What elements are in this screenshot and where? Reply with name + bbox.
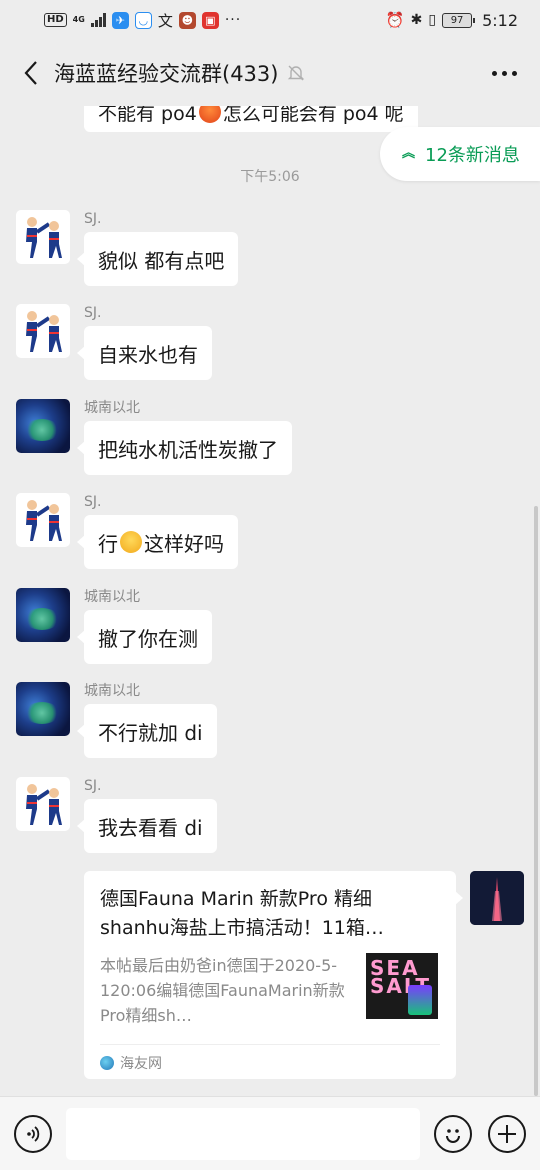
sender-name: SJ.: [84, 305, 102, 321]
message-text: 不行就加 di: [98, 720, 203, 745]
double-chevron-up-icon: ︽: [402, 146, 416, 161]
message-text: 撤了你在测: [98, 626, 198, 651]
bird-app-icon: ✈: [111, 11, 129, 29]
message-bubble[interactable]: 行 这样好吗: [77, 515, 238, 569]
message-bubble[interactable]: 把纯水机活性炭撤了: [77, 421, 292, 475]
message-bubble[interactable]: 自来水也有: [77, 326, 212, 380]
avatar[interactable]: [16, 210, 70, 264]
taekwondo-kids-icon: [26, 217, 62, 258]
new-messages-label: 12条新消息: [425, 145, 520, 166]
message-timestamp: 下午5:06: [240, 169, 300, 185]
status-bar: HD 4G ✈ ◡ 文 ☻ ▣ ··· ⏰ ✱ ▯ 97 5:12: [0, 0, 540, 40]
sender-name: SJ.: [84, 211, 102, 227]
voice-button[interactable]: [14, 1114, 52, 1153]
chat-title: 海蓝蓝经验交流群(433): [54, 62, 279, 86]
message-list[interactable]: 不能有 po4 怎么可能会有 po4 呢 ︽ 12条新消息 下午5:06 SJ.…: [0, 106, 540, 1096]
scrollbar[interactable]: [534, 506, 538, 1096]
source-logo-icon: [100, 1055, 114, 1070]
status-left: HD 4G ✈ ◡ 文 ☻ ▣ ···: [44, 10, 241, 31]
muted-bell-icon: [288, 65, 305, 81]
message-text: 不能有 po4: [98, 106, 197, 125]
red-app-icon: ▣: [201, 11, 219, 29]
self-avatar[interactable]: [470, 871, 524, 925]
link-description: 本帖最后由奶爸in德国于2020-5-120:06编辑德国FaunaMarin新…: [100, 956, 345, 1025]
laughing-emoji-icon: [120, 531, 142, 553]
message-row: SJ. 我去看看 di: [16, 777, 217, 853]
chat-app-icon: ◡: [134, 11, 152, 29]
text-app-icon: 文: [157, 11, 173, 30]
taekwondo-kids-icon: [26, 784, 62, 825]
message-bubble[interactable]: 撤了你在测: [77, 610, 212, 664]
taekwondo-kids-icon: [26, 500, 62, 541]
message-text: 我去看看 di: [98, 815, 203, 840]
alarm-icon: ⏰: [385, 11, 405, 29]
link-card[interactable]: 德国Fauna Marin 新款Pro 精细shanhu海盐上市搞活动！11箱……: [84, 871, 463, 1080]
message-row: SJ. 貌似 都有点吧: [16, 210, 239, 286]
link-source: 海友网: [100, 1044, 440, 1080]
message-row: 城南以北 不行就加 di: [16, 682, 217, 758]
more-notifications-icon: ···: [224, 12, 242, 28]
taekwondo-kids-icon: [26, 311, 62, 352]
message-text: 自来水也有: [98, 342, 198, 367]
sender-name: 城南以北: [84, 400, 140, 416]
link-thumbnail: SEA SALT: [366, 953, 438, 1019]
hd-indicator: HD: [44, 13, 67, 27]
voice-wave-icon: [27, 1125, 40, 1142]
back-button[interactable]: [16, 53, 46, 93]
more-options-button[interactable]: [484, 53, 524, 93]
avatar[interactable]: [16, 399, 70, 453]
message-text: 把纯水机活性炭撤了: [98, 437, 278, 462]
message-bubble[interactable]: 不行就加 di: [77, 704, 217, 758]
signal-icon: [90, 13, 106, 27]
message-text: 行: [98, 531, 118, 556]
angry-emoji-icon: [198, 106, 221, 123]
source-name: 海友网: [120, 1055, 162, 1072]
chevron-left-icon: [24, 61, 37, 85]
smiley-icon: [446, 1128, 460, 1143]
clock: 5:12: [482, 10, 518, 30]
message-row: SJ. 行 这样好吗: [16, 493, 238, 569]
message-text: 貌似 都有点吧: [98, 248, 225, 273]
message-row: SJ. 自来水也有: [16, 304, 212, 380]
message-text: 这样好吗: [144, 531, 224, 556]
message-row: 城南以北 把纯水机活性炭撤了: [16, 399, 292, 475]
bluetooth-icon: ✱: [410, 12, 423, 28]
sender-name: 城南以北: [84, 683, 140, 699]
message-bubble[interactable]: 貌似 都有点吧: [76, 232, 239, 286]
network-type: 4G: [72, 15, 85, 24]
sender-name: SJ.: [84, 778, 102, 794]
tower-photo-icon: [470, 871, 524, 925]
game-app-icon: ☻: [178, 11, 196, 29]
message-input[interactable]: [66, 1107, 420, 1160]
input-bar: [0, 1096, 540, 1170]
message-row: 城南以北 撤了你在测: [16, 588, 212, 664]
plus-icon: [498, 1124, 516, 1143]
message-text: 怎么可能会有 po4 呢: [222, 106, 404, 125]
message-bubble[interactable]: 我去看看 di: [77, 799, 217, 853]
battery-icon: 97: [442, 12, 476, 28]
link-title: 德国Fauna Marin 新款Pro 精细shanhu海盐上市搞活动！11箱…: [100, 888, 384, 939]
sender-name: 城南以北: [84, 589, 140, 605]
title-bar: 海蓝蓝经验交流群(433): [0, 40, 540, 106]
add-more-button[interactable]: [488, 1114, 526, 1153]
avatar[interactable]: [16, 493, 70, 547]
avatar[interactable]: [16, 682, 70, 736]
message-bubble[interactable]: 不能有 po4 怎么可能会有 po4 呢: [84, 106, 418, 132]
avatar[interactable]: [16, 304, 70, 358]
avatar[interactable]: [16, 777, 70, 831]
vibrate-icon: ▯: [428, 12, 437, 28]
emoji-button[interactable]: [434, 1114, 472, 1153]
status-right: ⏰ ✱ ▯ 97 5:12: [386, 11, 518, 30]
avatar[interactable]: [16, 588, 70, 642]
sender-name: SJ.: [84, 494, 102, 510]
